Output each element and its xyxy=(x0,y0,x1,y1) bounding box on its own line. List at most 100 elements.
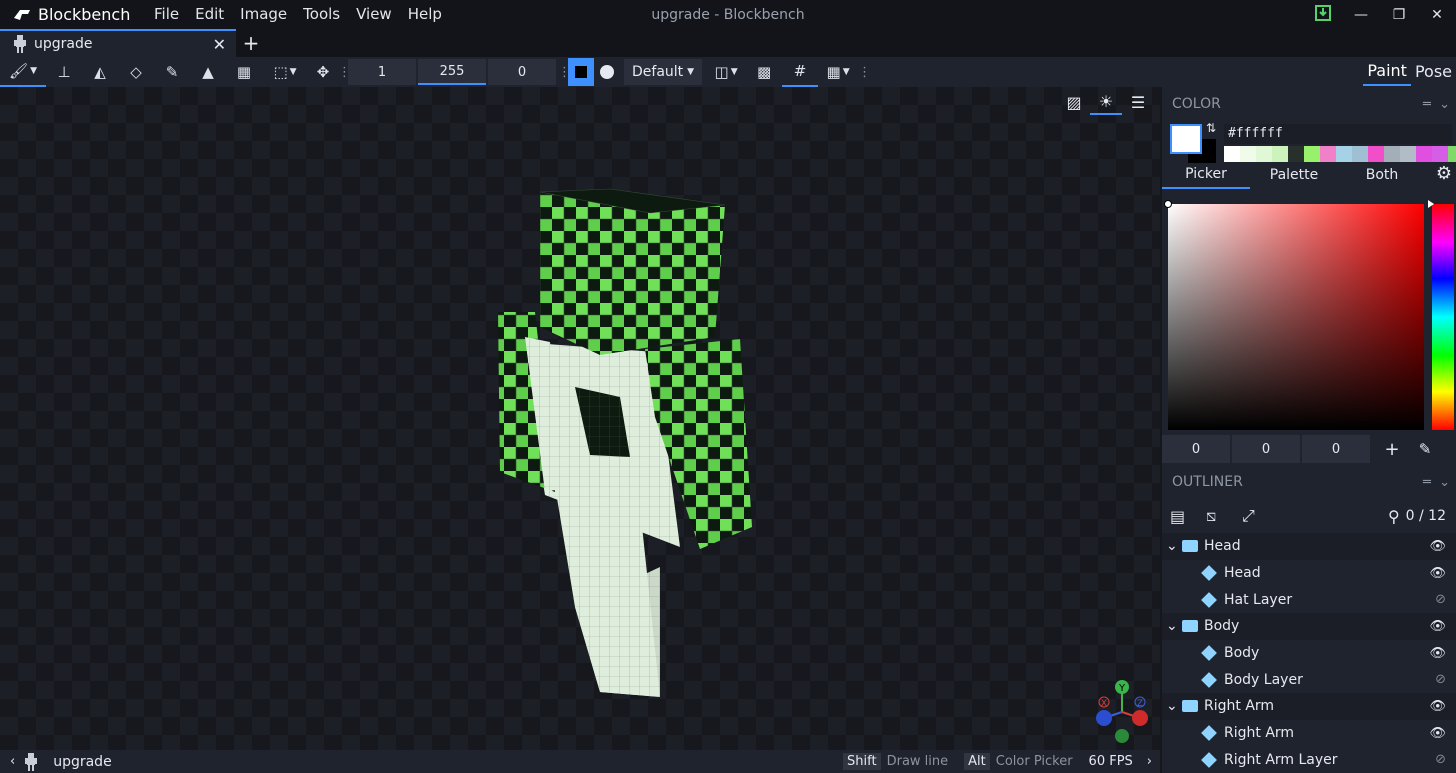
menu-edit[interactable]: Edit xyxy=(187,0,232,29)
fill-tool[interactable]: ◭ xyxy=(82,57,118,87)
toolbar-handle-icon[interactable]: ⋮ xyxy=(338,65,351,80)
chevron-down-icon[interactable]: ⌄ xyxy=(1439,97,1450,112)
brush-opacity-field[interactable]: 255 xyxy=(418,59,486,85)
eye-icon[interactable]: 👁 xyxy=(1429,539,1446,554)
recent-color-swatch[interactable] xyxy=(1368,146,1384,162)
recent-color-swatch[interactable] xyxy=(1304,146,1320,162)
brush-softness-field[interactable]: 0 xyxy=(488,59,556,85)
red-input[interactable]: 0 xyxy=(1162,435,1230,463)
tab-both[interactable]: Both xyxy=(1338,162,1426,188)
recent-color-swatch[interactable] xyxy=(1256,146,1272,162)
recent-color-swatch[interactable] xyxy=(1224,146,1240,162)
sv-handle[interactable] xyxy=(1164,200,1172,208)
hex-color-input[interactable]: #ffffff xyxy=(1224,124,1452,144)
minimize-icon[interactable]: — xyxy=(1342,7,1380,23)
maximize-icon[interactable]: ❐ xyxy=(1380,7,1418,23)
eye-icon[interactable]: 👁 xyxy=(1429,726,1446,741)
tab-upgrade[interactable]: upgrade ✕ xyxy=(0,29,236,57)
recent-color-swatch[interactable] xyxy=(1272,146,1288,162)
round-brush-button[interactable] xyxy=(594,58,620,86)
update-download-icon[interactable] xyxy=(1304,4,1342,25)
pixel-grid-toggle[interactable]: # xyxy=(782,57,819,87)
gradient-tool[interactable]: ▦ xyxy=(226,57,262,87)
outliner-cube-row[interactable]: Body Layer ⊘ xyxy=(1162,666,1456,693)
menu-image[interactable]: Image xyxy=(232,0,295,29)
chevron-down-icon[interactable]: ⌄ xyxy=(1166,618,1182,634)
new-tab-icon[interactable]: + xyxy=(236,29,266,57)
expand-icon[interactable]: ⤢ xyxy=(1242,506,1278,526)
axis-gizmo[interactable]: Y X Z xyxy=(1096,680,1148,743)
eye-icon[interactable]: 👁 xyxy=(1429,699,1446,714)
brush-size-field[interactable]: 1 xyxy=(348,59,416,85)
clone-stamp-tool[interactable]: ⊥ xyxy=(46,57,82,87)
toolbar-handle-icon[interactable]: ⋮ xyxy=(858,65,871,80)
add-group-icon[interactable]: ▤ xyxy=(1170,507,1206,526)
menu-view[interactable]: View xyxy=(348,0,400,29)
primary-color-swatch[interactable] xyxy=(1170,124,1202,154)
recent-color-swatch[interactable] xyxy=(1384,146,1400,162)
tab-palette[interactable]: Palette xyxy=(1250,162,1338,188)
close-window-icon[interactable]: ✕ xyxy=(1418,7,1456,23)
panel-menu-icon[interactable]: ═ xyxy=(1423,97,1431,112)
outliner-cube-row[interactable]: Right Arm 👁 xyxy=(1162,720,1456,747)
sidebar-collapse-icon[interactable]: ‹ xyxy=(0,754,25,769)
app-logo[interactable]: Blockbench xyxy=(0,5,146,24)
selection-tool[interactable]: ⬚ ▼ xyxy=(262,57,308,87)
panel-controls[interactable]: ═ ⌄ xyxy=(1423,475,1450,490)
blue-input[interactable]: 0 xyxy=(1302,435,1370,463)
menu-tools[interactable]: Tools xyxy=(295,0,348,29)
move-tool[interactable]: ✥ xyxy=(308,57,338,87)
outliner-cube-row[interactable]: Hat Layer ⊘ xyxy=(1162,586,1456,613)
eraser-tool[interactable]: ◇ xyxy=(118,57,154,87)
recent-color-swatch[interactable] xyxy=(1416,146,1432,162)
recent-color-swatch[interactable] xyxy=(1432,146,1448,162)
panel-menu-icon[interactable]: ═ xyxy=(1423,475,1431,490)
recent-color-swatch[interactable] xyxy=(1448,146,1456,162)
outliner-group-row[interactable]: ⌄ Body 👁 xyxy=(1162,613,1456,640)
brush-tool[interactable]: 🖌 ▼ xyxy=(0,57,46,87)
eye-icon[interactable]: 👁 xyxy=(1429,646,1446,661)
chevron-down-icon[interactable]: ⌄ xyxy=(1166,538,1182,554)
recent-color-swatch[interactable] xyxy=(1336,146,1352,162)
recent-color-swatch[interactable] xyxy=(1320,146,1336,162)
tab-picker[interactable]: Picker xyxy=(1162,161,1250,189)
add-to-palette-icon[interactable]: + xyxy=(1372,439,1412,460)
3d-viewport[interactable]: ▨ ☀ ☰ Y X Z xyxy=(0,87,1160,750)
eyedropper-icon[interactable]: ✎ xyxy=(1412,440,1438,458)
outliner-group-row[interactable]: ⌄ Head 👁 xyxy=(1162,533,1456,560)
swap-colors-icon[interactable]: ⇅ xyxy=(1206,121,1216,135)
close-tab-icon[interactable]: ✕ xyxy=(213,35,226,54)
menu-help[interactable]: Help xyxy=(400,0,450,29)
lock-alpha-toggle[interactable]: ▩ xyxy=(746,57,782,87)
tab-pose[interactable]: Pose xyxy=(1411,59,1456,85)
eye-off-icon[interactable]: ⊘ xyxy=(1435,752,1446,767)
outliner-cube-row[interactable]: Head 👁 xyxy=(1162,560,1456,587)
mirror-paint-toggle[interactable]: ◫ ▼ xyxy=(706,57,746,87)
search-icon[interactable]: ⚲ xyxy=(1388,507,1400,526)
chevron-down-icon[interactable]: ⌄ xyxy=(1166,698,1182,714)
eye-off-icon[interactable]: ⊘ xyxy=(1435,672,1446,687)
panel-controls[interactable]: ═ ⌄ xyxy=(1423,97,1450,112)
outliner-group-row[interactable]: ⌄ Right Arm 👁 xyxy=(1162,693,1456,720)
eye-icon[interactable]: 👁 xyxy=(1429,566,1446,581)
recent-color-swatch[interactable] xyxy=(1352,146,1368,162)
chevron-down-icon[interactable]: ⌄ xyxy=(1439,475,1450,490)
hue-handle-left[interactable] xyxy=(1428,200,1434,208)
chevron-right-icon[interactable]: › xyxy=(1147,754,1152,769)
hue-slider[interactable] xyxy=(1428,200,1454,430)
toggle-layers-icon[interactable]: ⧅ xyxy=(1206,506,1242,526)
player-model[interactable]: Y X Z xyxy=(0,87,1160,750)
saturation-value-picker[interactable] xyxy=(1164,200,1424,430)
menu-file[interactable]: File xyxy=(146,0,187,29)
color-picker-tool[interactable]: ✎ xyxy=(154,57,190,87)
recent-color-swatch[interactable] xyxy=(1400,146,1416,162)
head-cube[interactable] xyxy=(539,188,726,355)
toolbar-handle-icon[interactable]: ⋮ xyxy=(558,65,571,80)
tab-paint[interactable]: Paint xyxy=(1363,58,1411,86)
recent-color-swatch[interactable] xyxy=(1240,146,1256,162)
gear-icon[interactable]: ⚙ xyxy=(1436,163,1452,184)
outliner-cube-row[interactable]: Right Arm Layer ⊘ xyxy=(1162,747,1456,773)
blend-mode-select[interactable]: Default ▼ xyxy=(624,59,703,85)
view-mode-toggle[interactable]: ▦ ▼ xyxy=(818,57,858,87)
green-input[interactable]: 0 xyxy=(1232,435,1300,463)
